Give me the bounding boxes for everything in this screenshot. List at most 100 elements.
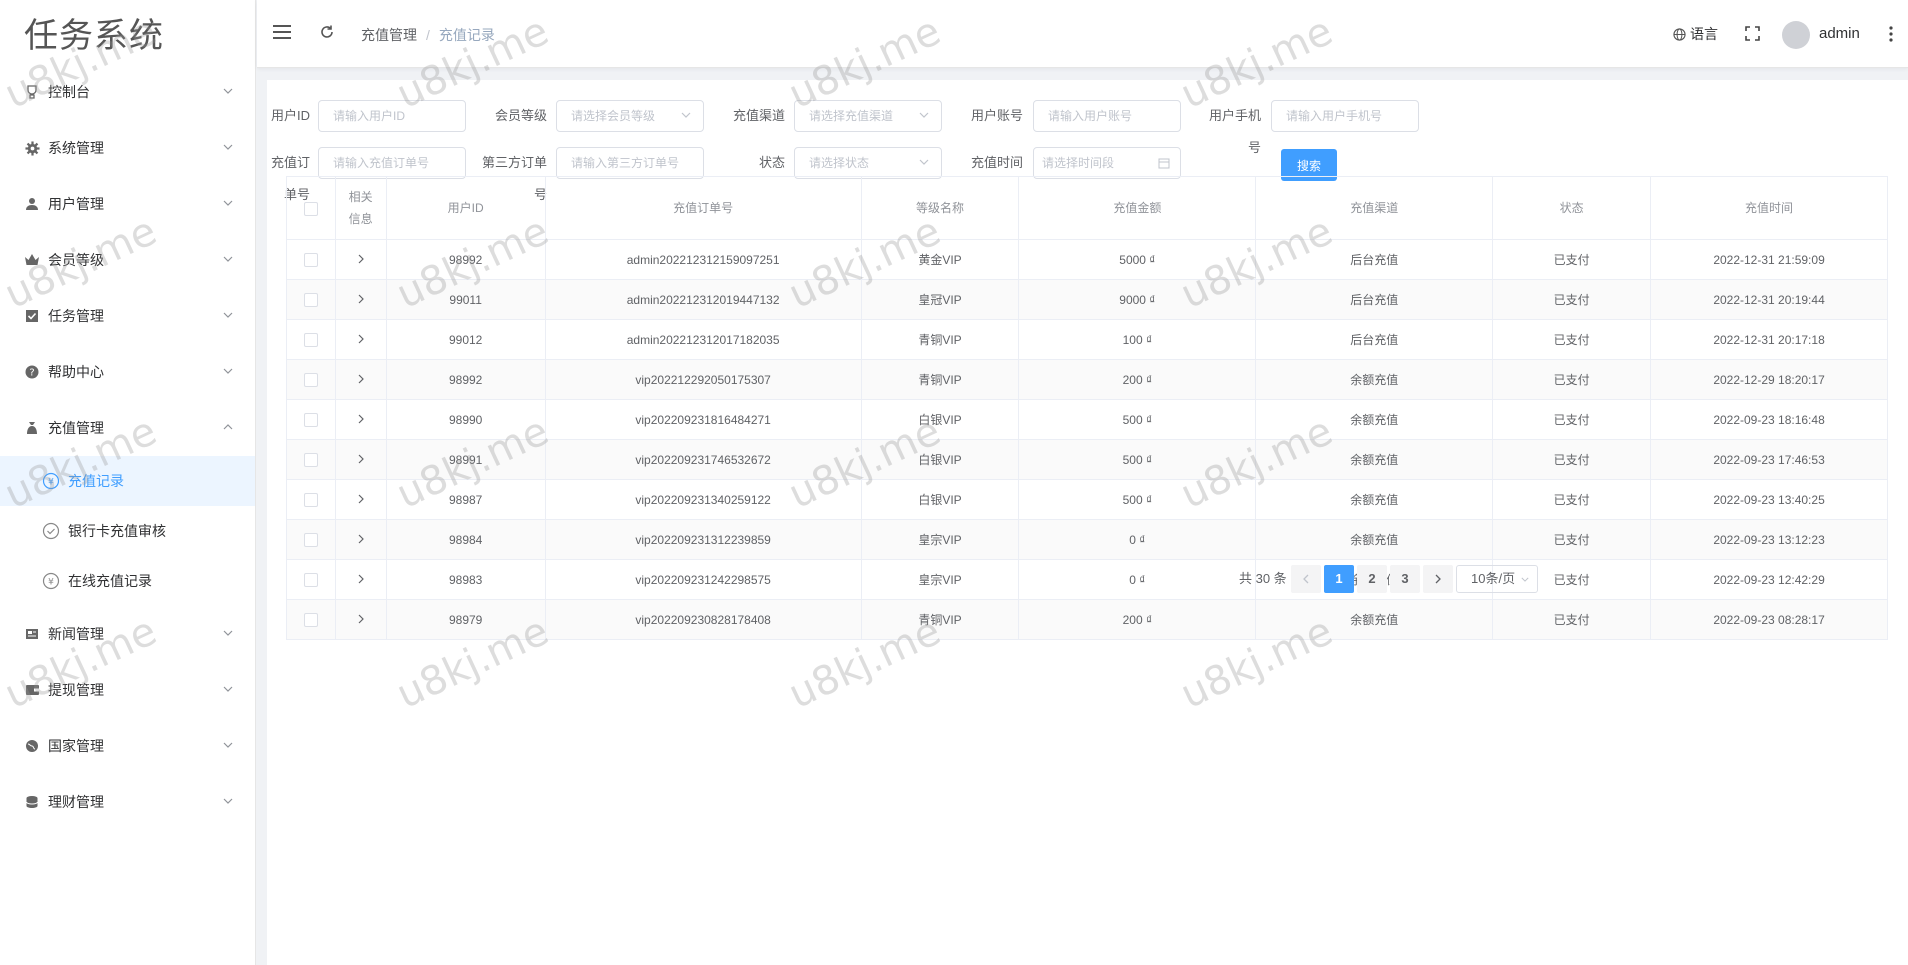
time-range-picker[interactable]: 请选择时间段 bbox=[1033, 147, 1181, 179]
sidebar-item[interactable]: 国家管理 bbox=[0, 718, 255, 774]
row-checkbox[interactable] bbox=[303, 452, 318, 467]
member-level-select[interactable]: 请选择会员等级 bbox=[556, 100, 704, 132]
sidebar-item-label: 控制台 bbox=[48, 84, 90, 100]
cell-level: 青铜VIP bbox=[861, 359, 1020, 400]
breadcrumb-item-recharge-management[interactable]: 充值管理 bbox=[361, 27, 417, 43]
language-switcher[interactable]: 语言 bbox=[1673, 24, 1718, 44]
status-label: 状态 bbox=[758, 155, 785, 170]
pagination-page-3[interactable]: 3 bbox=[1390, 565, 1420, 593]
sidebar-item[interactable]: 充值管理 bbox=[0, 400, 255, 456]
page-size-select[interactable]: 10条/页 bbox=[1456, 565, 1538, 593]
sidebar-subitem[interactable]: ¥ 充值记录 bbox=[0, 456, 255, 506]
chevron-left-icon bbox=[1303, 574, 1309, 584]
channel-select[interactable]: 请选择充值渠道 bbox=[794, 100, 942, 132]
sidebar-item[interactable]: 新闻管理 bbox=[0, 606, 255, 662]
cell-amount: 500 ₫ bbox=[1018, 399, 1257, 440]
chevron-right-icon[interactable] bbox=[357, 574, 365, 584]
sidebar-item[interactable]: 会员等级 bbox=[0, 232, 255, 288]
table-row: 98992 admin202212312159097251 黄金VIP 5000 ₫ 后… bbox=[286, 239, 1888, 280]
breadcrumb-separator: / bbox=[426, 27, 430, 43]
member-level-label: 会员等级 bbox=[494, 108, 547, 123]
phone-label: 用户手机号 bbox=[1208, 108, 1261, 155]
time-placeholder: 请选择时间段 bbox=[1042, 156, 1115, 170]
cell-user-id: 98987 bbox=[386, 479, 546, 520]
hamburger-icon[interactable] bbox=[273, 24, 293, 40]
status-select[interactable]: 请选择状态 bbox=[794, 147, 942, 179]
chevron-right-icon[interactable] bbox=[357, 374, 365, 384]
cell-user-id: 98991 bbox=[386, 439, 546, 480]
expand-cell bbox=[335, 239, 387, 280]
sidebar-subitem[interactable]: 银行卡充值审核 bbox=[0, 506, 255, 556]
sidebar-item[interactable]: 用户管理 bbox=[0, 176, 255, 232]
chevron-right-icon[interactable] bbox=[357, 334, 365, 344]
more-vertical-icon[interactable] bbox=[1889, 26, 1893, 42]
breadcrumb-item-current: 充值记录 bbox=[438, 27, 495, 43]
cell-channel: 余额充值 bbox=[1255, 519, 1494, 560]
pagination-page-1[interactable]: 1 bbox=[1324, 565, 1354, 593]
row-checkbox[interactable] bbox=[303, 492, 318, 507]
order-no-input[interactable]: 请输入充值订单号 bbox=[318, 147, 466, 179]
row-checkbox[interactable] bbox=[303, 372, 318, 387]
cell-time: 2022-09-23 18:16:48 bbox=[1650, 399, 1888, 440]
row-checkbox[interactable] bbox=[303, 572, 318, 587]
refresh-icon[interactable] bbox=[319, 24, 335, 40]
phone-input[interactable]: 请输入用户手机号 bbox=[1271, 100, 1419, 132]
chevron-right-icon[interactable] bbox=[357, 414, 365, 424]
cell-order-no: vip202209231242298575 bbox=[545, 559, 862, 600]
fullscreen-icon[interactable] bbox=[1745, 26, 1760, 41]
cell-order-no: vip202209231816484271 bbox=[545, 399, 862, 440]
sidebar-subitem[interactable]: ¥ 在线充值记录 bbox=[0, 556, 255, 606]
sidebar-item-label: 用户管理 bbox=[48, 196, 104, 212]
row-checkbox[interactable] bbox=[303, 612, 318, 627]
cell-channel: 余额充值 bbox=[1255, 479, 1494, 520]
username[interactable]: admin bbox=[1819, 25, 1860, 42]
sidebar-item[interactable]: 系统管理 bbox=[0, 120, 255, 176]
pagination-page-2[interactable]: 2 bbox=[1357, 565, 1387, 593]
cell-time: 2022-09-23 13:40:25 bbox=[1650, 479, 1888, 520]
sidebar-item[interactable]: 理财管理 bbox=[0, 774, 255, 830]
sidebar-item[interactable]: ? 帮助中心 bbox=[0, 344, 255, 400]
sidebar-item-label: 提现管理 bbox=[48, 682, 104, 698]
channel-placeholder: 请选择充值渠道 bbox=[809, 109, 894, 123]
user-id-input[interactable]: 请输入用户ID bbox=[318, 100, 466, 132]
chevron-right-icon[interactable] bbox=[357, 534, 365, 544]
chevron-down-icon bbox=[1521, 577, 1529, 582]
chevron-right-icon[interactable] bbox=[357, 494, 365, 504]
row-checkbox[interactable] bbox=[303, 332, 318, 347]
chevron-down-icon bbox=[223, 256, 233, 262]
expand-cell bbox=[335, 399, 387, 440]
order-no-label: 充值订单号 bbox=[270, 155, 310, 202]
avatar[interactable] bbox=[1782, 21, 1810, 49]
column-header-time: 充值时间 bbox=[1650, 176, 1888, 240]
select-cell bbox=[286, 279, 336, 320]
sidebar: 任务系统 控制台 系统管理 用户管理 会员等级 任务管理? 帮助中心 充值管理 ¥ 充值记录银… bbox=[0, 0, 256, 965]
table-row: 98979 vip202209230828178408 青铜VIP 200 ₫ 余额充值… bbox=[286, 599, 1888, 640]
chevron-right-icon[interactable] bbox=[357, 254, 365, 264]
cell-order-no: vip202209231340259122 bbox=[545, 479, 862, 520]
pagination-prev-button[interactable] bbox=[1291, 565, 1321, 593]
cell-time: 2022-12-31 20:19:44 bbox=[1650, 279, 1888, 320]
sidebar-item[interactable]: 任务管理 bbox=[0, 288, 255, 344]
cell-amount: 200 ₫ bbox=[1018, 359, 1257, 400]
chevron-right-icon[interactable] bbox=[357, 294, 365, 304]
row-checkbox[interactable] bbox=[303, 252, 318, 267]
chevron-right-icon[interactable] bbox=[357, 614, 365, 624]
sidebar-subitem-label: 银行卡充值审核 bbox=[68, 523, 166, 539]
account-input[interactable]: 请输入用户账号 bbox=[1033, 100, 1181, 132]
table-row: 98992 vip202212292050175307 青铜VIP 200 ₫ 余额充值… bbox=[286, 359, 1888, 400]
row-checkbox[interactable] bbox=[303, 412, 318, 427]
column-header-level: 等级名称 bbox=[861, 176, 1020, 240]
select-all-checkbox[interactable] bbox=[303, 201, 318, 216]
pagination-next-button[interactable] bbox=[1423, 565, 1453, 593]
sidebar-item[interactable]: 控制台 bbox=[0, 64, 255, 120]
third-order-input[interactable]: 请输入第三方订单号 bbox=[556, 147, 704, 179]
chevron-right-icon[interactable] bbox=[357, 454, 365, 464]
row-checkbox[interactable] bbox=[303, 532, 318, 547]
recharge-table: 相关 信息 用户ID 充值订单号 等级名称 充值金额 充值渠道 状态 充值时间 … bbox=[286, 176, 1888, 640]
row-checkbox[interactable] bbox=[303, 292, 318, 307]
cell-amount: 500 ₫ bbox=[1018, 439, 1257, 480]
sidebar-item[interactable]: 提现管理 bbox=[0, 662, 255, 718]
checkbox-icon bbox=[24, 308, 40, 324]
chevron-right-icon bbox=[1435, 574, 1441, 584]
cell-amount: 0 ₫ bbox=[1018, 559, 1257, 600]
